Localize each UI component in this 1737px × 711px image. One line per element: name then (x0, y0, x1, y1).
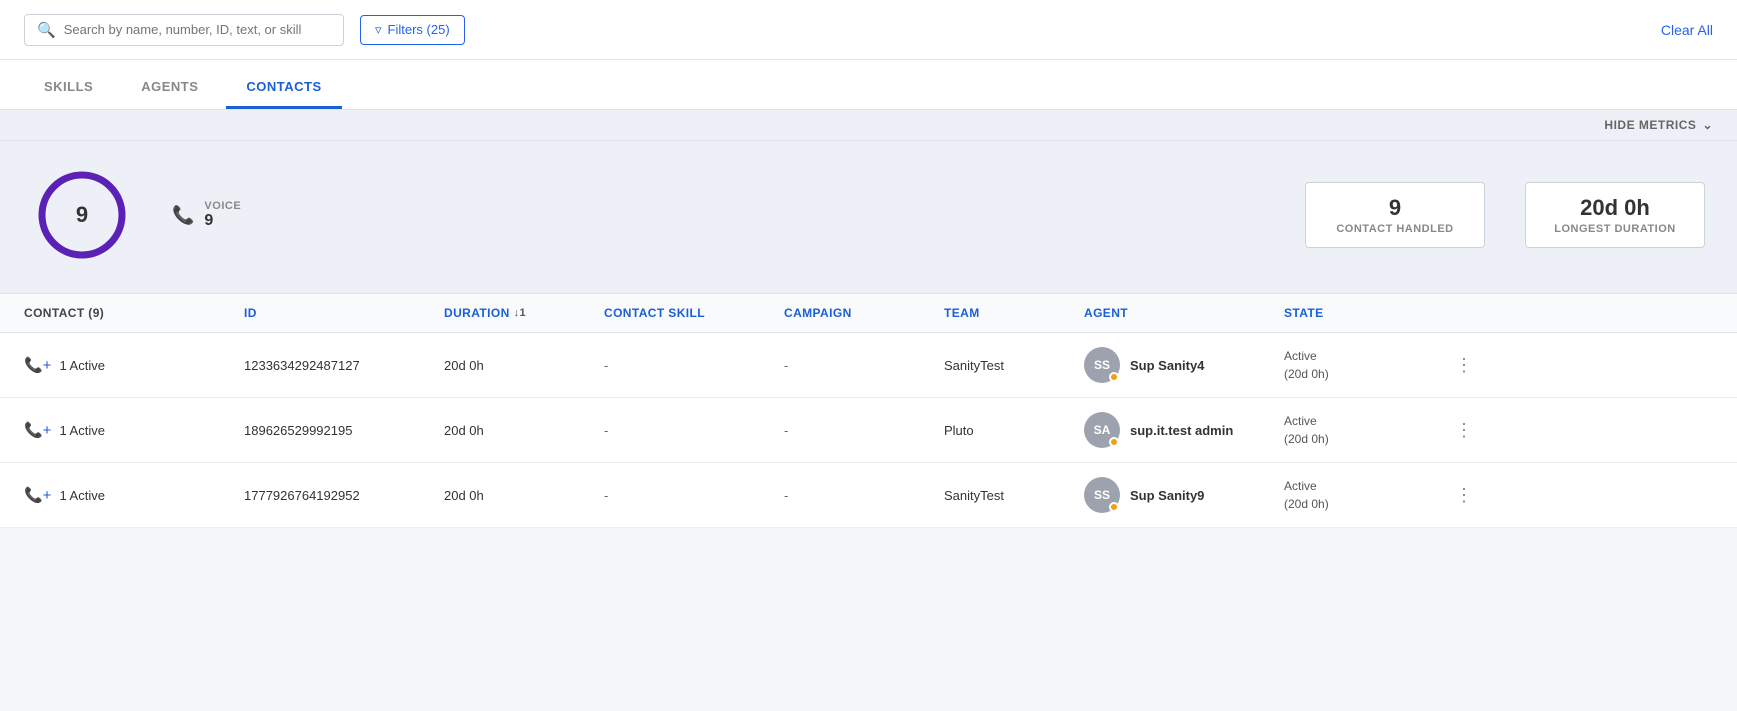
tabs-bar: SKILLS AGENTS CONTACTS (0, 60, 1737, 110)
donut-chart: 9 (32, 165, 132, 265)
agent-status-dot-3 (1109, 502, 1119, 512)
avatar-initials-2: SA (1094, 423, 1111, 437)
th-duration-label: DURATION (444, 306, 510, 320)
skill-cell-1: - (604, 358, 784, 373)
tab-contacts[interactable]: CONTACTS (226, 65, 341, 109)
avatar-3: SS (1084, 477, 1120, 513)
sort-icon: ↓1 (514, 307, 526, 319)
team-cell-1: SanityTest (944, 358, 1084, 373)
agent-cell-1: SS Sup Sanity4 (1084, 347, 1284, 383)
id-cell-1: 1233634292487127 (244, 358, 444, 373)
call-incoming-icon: 📞+ (24, 356, 51, 374)
call-incoming-icon: 📞+ (24, 486, 51, 504)
agent-name-3: Sup Sanity9 (1130, 488, 1204, 503)
id-cell-3: 1777926764192952 (244, 488, 444, 503)
voice-metric: 📞 VOICE 9 (172, 200, 241, 230)
agent-cell-2: SA sup.it.test admin (1084, 412, 1284, 448)
state-cell-1: Active (20d 0h) (1284, 347, 1444, 383)
campaign-cell-2: - (784, 423, 944, 438)
clear-all-button[interactable]: Clear All (1661, 22, 1713, 38)
agent-status-dot-1 (1109, 372, 1119, 382)
metrics-section: 9 📞 VOICE 9 9 CONTACT HANDLED 20d 0h LON… (0, 141, 1737, 294)
chevron-down-icon: ⌄ (1702, 118, 1713, 132)
voice-count: 9 (204, 212, 241, 230)
more-button-3[interactable]: ⋮ (1444, 481, 1484, 510)
th-duration[interactable]: DURATION ↓1 (444, 306, 604, 320)
call-incoming-icon: 📞+ (24, 421, 51, 439)
campaign-cell-1: - (784, 358, 944, 373)
donut-number: 9 (76, 202, 88, 228)
duration-cell-2: 20d 0h (444, 423, 604, 438)
filter-label: Filters (25) (388, 22, 450, 37)
contact-label-2: 1 Active (59, 423, 105, 438)
more-button-2[interactable]: ⋮ (1444, 416, 1484, 445)
avatar-initials-3: SS (1094, 488, 1110, 502)
th-agent: AGENT (1084, 306, 1284, 320)
skill-cell-2: - (604, 423, 784, 438)
more-button-1[interactable]: ⋮ (1444, 351, 1484, 380)
contact-label-1: 1 Active (59, 358, 105, 373)
state-cell-2: Active (20d 0h) (1284, 412, 1444, 448)
avatar-2: SA (1084, 412, 1120, 448)
filter-button[interactable]: ▿ Filters (25) (360, 15, 465, 45)
skill-cell-3: - (604, 488, 784, 503)
agent-status-dot-2 (1109, 437, 1119, 447)
contact-handled-card: 9 CONTACT HANDLED (1305, 182, 1485, 248)
state-line1-3: Active (1284, 477, 1444, 495)
contact-cell-1: 📞+ 1 Active (24, 356, 244, 374)
state-line2-1: (20d 0h) (1284, 365, 1444, 383)
team-cell-2: Pluto (944, 423, 1084, 438)
tab-agents[interactable]: AGENTS (121, 65, 218, 109)
filter-icon: ▿ (375, 22, 382, 38)
agent-name-1: Sup Sanity4 (1130, 358, 1204, 373)
duration-cell-1: 20d 0h (444, 358, 604, 373)
top-bar-left: 🔍 ▿ Filters (25) (24, 14, 465, 46)
contact-label-3: 1 Active (59, 488, 105, 503)
voice-info: VOICE 9 (204, 200, 241, 230)
state-line1-2: Active (1284, 412, 1444, 430)
search-icon: 🔍 (37, 21, 56, 39)
table-row: 📞+ 1 Active 189626529992195 20d 0h - - P… (0, 398, 1737, 463)
longest-duration-label: LONGEST DURATION (1550, 223, 1680, 235)
voice-label: VOICE (204, 200, 241, 212)
state-line2-2: (20d 0h) (1284, 430, 1444, 448)
contact-handled-label: CONTACT HANDLED (1330, 223, 1460, 235)
contact-cell-3: 📞+ 1 Active (24, 486, 244, 504)
state-line1-1: Active (1284, 347, 1444, 365)
campaign-cell-3: - (784, 488, 944, 503)
agent-name-2: sup.it.test admin (1130, 423, 1233, 438)
longest-duration-card: 20d 0h LONGEST DURATION (1525, 182, 1705, 248)
th-team: TEAM (944, 306, 1084, 320)
top-bar: 🔍 ▿ Filters (25) Clear All (0, 0, 1737, 60)
metrics-header: HIDE METRICS ⌄ (0, 110, 1737, 141)
th-state: STATE (1284, 306, 1444, 320)
th-contact-skill: CONTACT SKILL (604, 306, 784, 320)
agent-cell-3: SS Sup Sanity9 (1084, 477, 1284, 513)
state-cell-3: Active (20d 0h) (1284, 477, 1444, 513)
duration-cell-3: 20d 0h (444, 488, 604, 503)
state-line2-3: (20d 0h) (1284, 495, 1444, 513)
longest-duration-number: 20d 0h (1550, 195, 1680, 221)
voice-icon: 📞 (172, 205, 194, 226)
avatar-initials-1: SS (1094, 358, 1110, 372)
hide-metrics-button[interactable]: HIDE METRICS ⌄ (1604, 118, 1713, 132)
avatar-1: SS (1084, 347, 1120, 383)
th-actions (1444, 306, 1484, 320)
th-campaign: CAMPAIGN (784, 306, 944, 320)
id-cell-2: 189626529992195 (244, 423, 444, 438)
table-row: 📞+ 1 Active 1777926764192952 20d 0h - - … (0, 463, 1737, 528)
contact-cell-2: 📞+ 1 Active (24, 421, 244, 439)
th-contact: CONTACT (9) (24, 306, 244, 320)
search-input[interactable] (64, 22, 331, 37)
tab-skills[interactable]: SKILLS (24, 65, 113, 109)
table-row: 📞+ 1 Active 1233634292487127 20d 0h - - … (0, 333, 1737, 398)
hide-metrics-label: HIDE METRICS (1604, 118, 1696, 132)
th-id: ID (244, 306, 444, 320)
table-header: CONTACT (9) ID DURATION ↓1 CONTACT SKILL… (0, 294, 1737, 333)
team-cell-3: SanityTest (944, 488, 1084, 503)
contacts-table: CONTACT (9) ID DURATION ↓1 CONTACT SKILL… (0, 294, 1737, 528)
contact-handled-number: 9 (1330, 195, 1460, 221)
search-wrapper: 🔍 (24, 14, 344, 46)
